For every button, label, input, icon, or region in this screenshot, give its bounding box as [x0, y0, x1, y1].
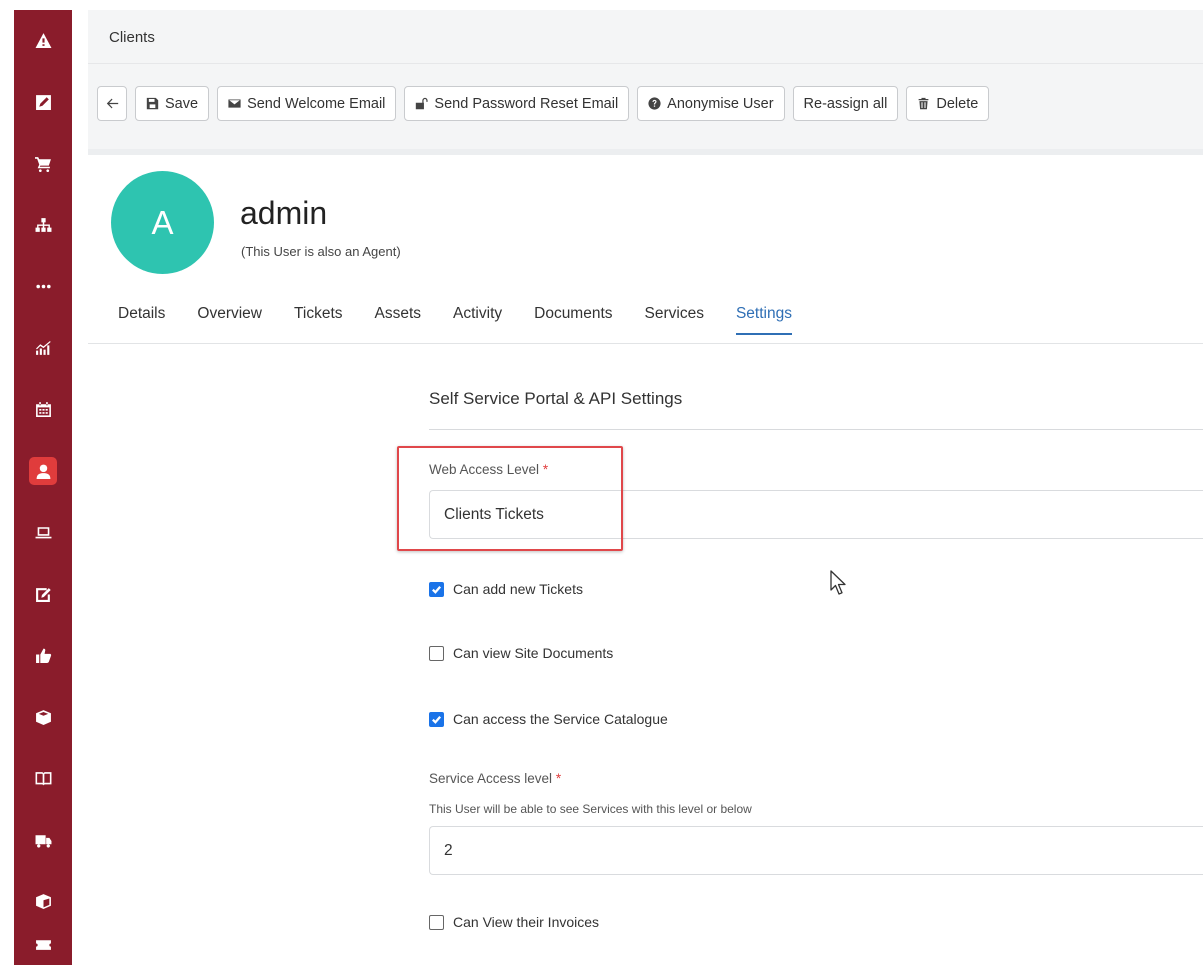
sidebar-item-knowledge[interactable]: [14, 748, 72, 810]
sidebar-item-organisation[interactable]: [14, 195, 72, 257]
client-detail-panel: A admin (This User is also an Agent) Det…: [88, 149, 1203, 965]
send-welcome-email-button[interactable]: Send Welcome Email: [217, 86, 397, 121]
book-icon: [35, 772, 51, 786]
sidebar-item-assets[interactable]: [14, 502, 72, 564]
floppy-disk-icon: [146, 97, 159, 110]
trash-icon: [919, 97, 929, 110]
sidebar-item-alerts[interactable]: [14, 10, 72, 72]
sidebar-item-clients[interactable]: [14, 441, 72, 503]
tab-overview[interactable]: Overview: [197, 305, 262, 335]
sidebar-item-calendar[interactable]: [14, 379, 72, 441]
service-access-level-value: 2: [444, 841, 453, 859]
can-add-tickets-label: Can add new Tickets: [453, 581, 583, 597]
calendar-icon: [35, 402, 51, 418]
page-header: Clients: [88, 10, 1203, 64]
delete-button-label: Delete: [936, 95, 979, 112]
question-circle-icon: [648, 97, 661, 110]
tab-assets[interactable]: Assets: [375, 305, 422, 335]
sidebar-item-cart[interactable]: [14, 133, 72, 195]
save-button-label: Save: [165, 95, 199, 112]
warning-icon: [35, 33, 51, 49]
user-name: admin: [240, 195, 328, 231]
sidebar-item-more[interactable]: [14, 256, 72, 318]
save-button[interactable]: Save: [135, 86, 210, 121]
can-access-service-catalogue-checkbox[interactable]: [429, 711, 444, 727]
highlight-annotation-box: [397, 446, 623, 551]
avatar: A: [111, 171, 214, 274]
edit-icon: [35, 94, 51, 110]
user-subtitle: (This User is also an Agent): [241, 244, 401, 259]
tab-services[interactable]: Services: [645, 305, 704, 335]
tab-tickets[interactable]: Tickets: [294, 305, 343, 335]
send-welcome-email-label: Send Welcome Email: [247, 95, 386, 112]
can-view-invoices-checkbox[interactable]: [429, 914, 444, 930]
chart-icon: [35, 340, 51, 355]
tab-settings[interactable]: Settings: [735, 305, 792, 335]
sidebar-item-suppliers[interactable]: [14, 810, 72, 872]
tab-bar: Details Overview Tickets Assets Activity…: [118, 305, 1203, 335]
required-marker: *: [555, 771, 562, 786]
tab-documents[interactable]: Documents: [534, 305, 612, 335]
active-indicator: [29, 457, 57, 486]
service-access-level-hint: This User will be able to see Services w…: [429, 802, 752, 816]
more-icon: [35, 284, 51, 289]
service-access-level-label: Service Access level *: [429, 771, 561, 786]
sidebar-item-edit[interactable]: [14, 72, 72, 134]
service-access-level-text: Service Access level: [429, 771, 553, 786]
user-icon: [36, 464, 50, 479]
left-sidebar: [14, 10, 72, 965]
unlock-icon: [416, 97, 429, 110]
avatar-initial: A: [151, 203, 174, 241]
can-view-invoices-label: Can View their Invoices: [453, 914, 600, 930]
arrow-left-icon: [106, 98, 118, 109]
org-chart-icon: [35, 217, 51, 232]
can-view-site-documents-label: Can view Site Documents: [453, 645, 614, 661]
can-access-service-catalogue-label: Can access the Service Catalogue: [453, 711, 668, 727]
checkmark-icon: [432, 585, 442, 594]
cart-icon: [34, 157, 51, 173]
sidebar-item-tickets[interactable]: [14, 933, 72, 953]
reassign-all-button[interactable]: Re-assign all: [792, 86, 899, 121]
delete-button[interactable]: Delete: [906, 86, 990, 121]
anonymise-user-label: Anonymise User: [667, 95, 774, 112]
mouse-cursor-icon: [830, 570, 846, 595]
package-icon: [35, 894, 51, 910]
box-icon: [35, 709, 51, 725]
anonymise-user-button[interactable]: Anonymise User: [637, 86, 785, 121]
sidebar-item-feedback[interactable]: [14, 625, 72, 687]
sidebar-item-products[interactable]: [14, 687, 72, 749]
ticket-icon: [35, 939, 51, 950]
can-add-tickets-row[interactable]: Can add new Tickets: [429, 581, 583, 597]
section-divider: [429, 429, 1203, 430]
tab-details[interactable]: Details: [118, 305, 165, 335]
back-button[interactable]: [97, 86, 127, 121]
sidebar-item-orders[interactable]: [14, 871, 72, 933]
can-view-invoices-row[interactable]: Can View their Invoices: [429, 914, 599, 930]
action-toolbar: Save Send Welcome Email Send Password Re…: [88, 64, 1203, 149]
send-password-reset-button[interactable]: Send Password Reset Email: [404, 86, 630, 121]
note-edit-icon: [35, 587, 51, 602]
can-view-site-documents-row[interactable]: Can view Site Documents: [429, 645, 613, 661]
send-password-reset-label: Send Password Reset Email: [434, 95, 619, 112]
can-view-site-documents-checkbox[interactable]: [429, 645, 444, 661]
tab-activity[interactable]: Activity: [453, 305, 502, 335]
envelope-icon: [228, 99, 241, 108]
can-access-service-catalogue-row[interactable]: Can access the Service Catalogue: [429, 711, 668, 727]
can-add-tickets-checkbox[interactable]: [429, 581, 444, 597]
tabs-divider: [88, 343, 1203, 344]
sidebar-item-reports[interactable]: [14, 318, 72, 380]
reassign-all-label: Re-assign all: [803, 95, 888, 112]
laptop-icon: [35, 527, 51, 539]
breadcrumb[interactable]: Clients: [109, 29, 155, 46]
sidebar-item-notes[interactable]: [14, 564, 72, 626]
checkmark-icon: [432, 715, 442, 724]
service-access-level-input[interactable]: 2: [429, 826, 1203, 875]
section-title: Self Service Portal & API Settings: [429, 389, 683, 408]
truck-icon: [35, 834, 51, 848]
thumbs-up-icon: [35, 648, 51, 664]
